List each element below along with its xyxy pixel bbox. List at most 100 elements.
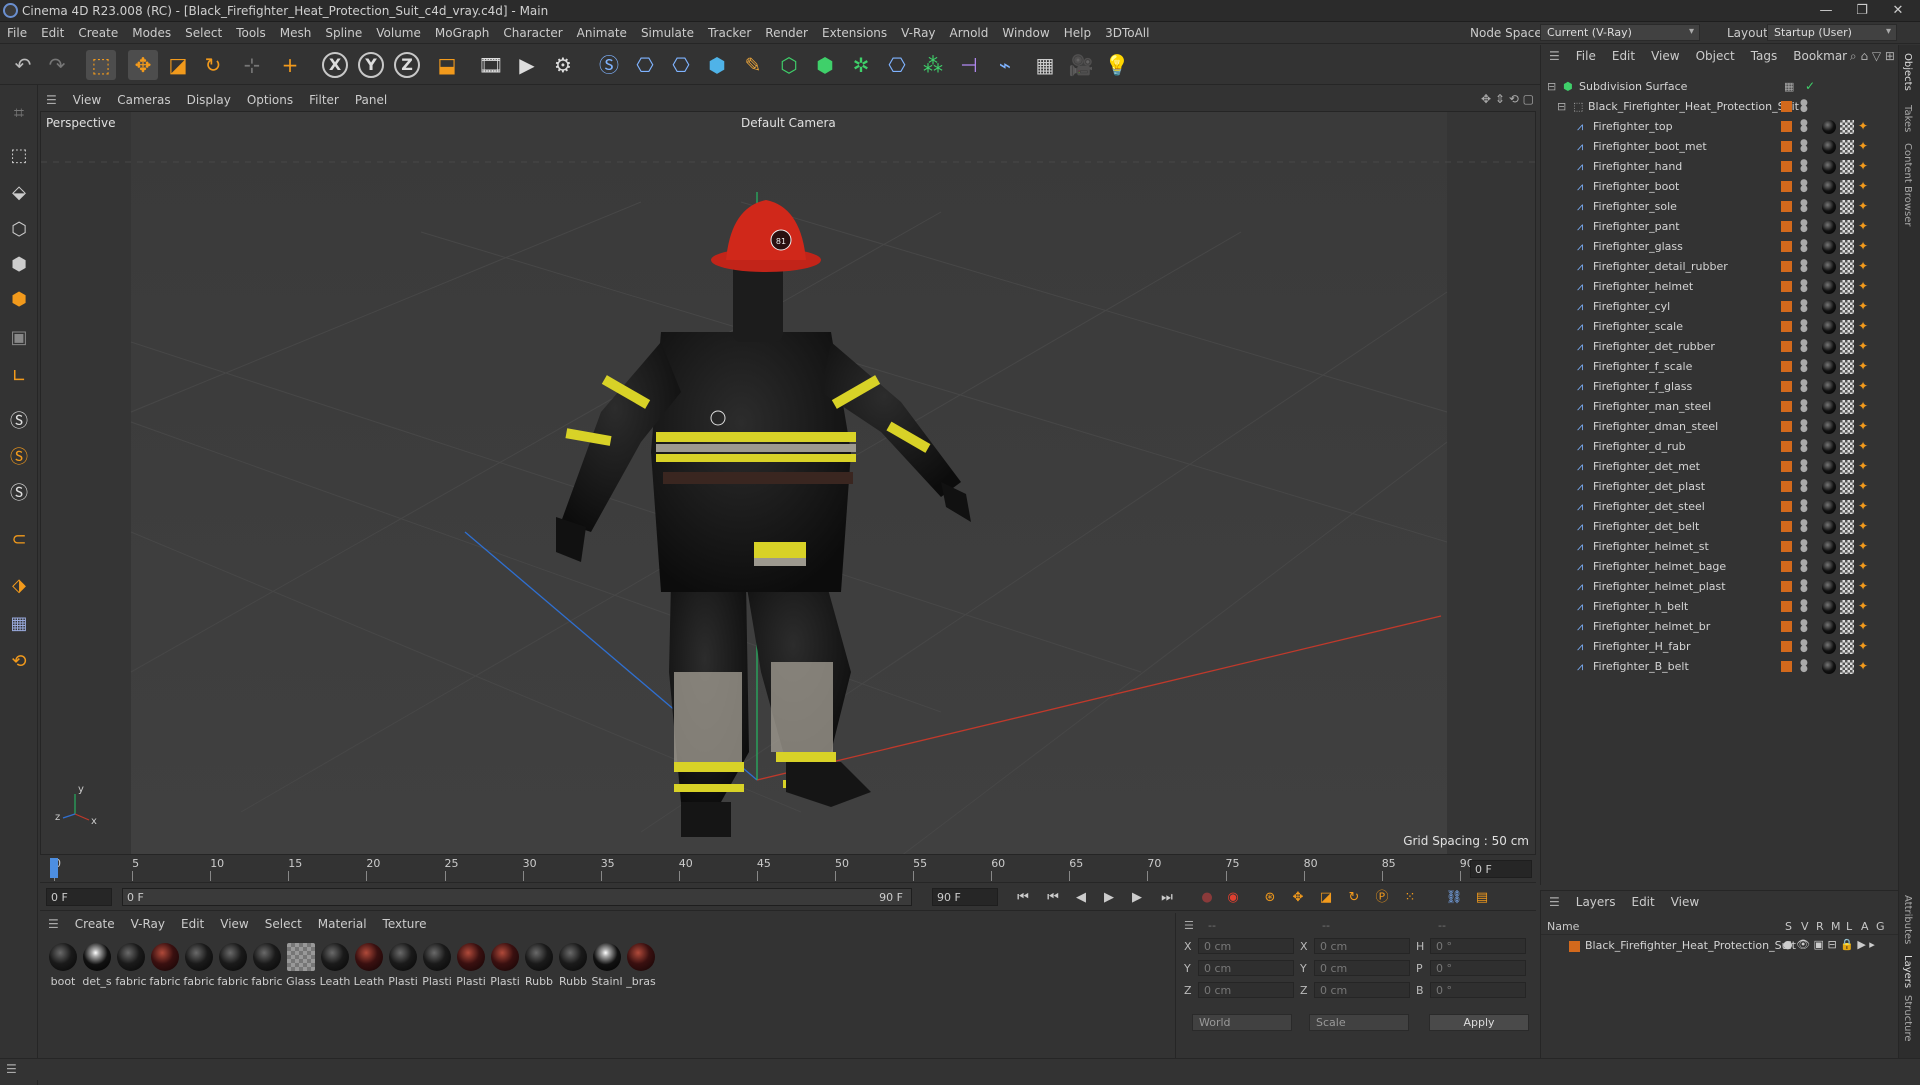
close-button[interactable]: ✕ <box>1884 2 1912 20</box>
material-item[interactable]: det_s <box>80 943 114 988</box>
coord-space-dropdown[interactable]: World <box>1192 1014 1292 1031</box>
vray-tag-icon[interactable]: ✦ <box>1858 620 1870 632</box>
texture-tag-icon[interactable] <box>1840 600 1854 614</box>
menu-window[interactable]: Window <box>995 22 1056 44</box>
object-row[interactable]: ⩘ Firefighter_helmet ● ● ✦ <box>1541 277 1899 297</box>
material-hamburger-icon[interactable]: ☰ <box>40 913 67 935</box>
tab-takes[interactable]: Takes <box>1902 105 1913 132</box>
current-frame-field[interactable]: 0 F <box>46 888 112 906</box>
keyframe-selection-icon[interactable]: ⊛ <box>1260 888 1280 908</box>
object-menu-file[interactable]: File <box>1568 45 1604 67</box>
magnet-icon[interactable]: ⊂ <box>4 525 34 555</box>
extrude-icon[interactable]: ⬢ <box>810 50 840 80</box>
texture-tag-icon[interactable] <box>1840 560 1854 574</box>
object-hamburger-icon[interactable]: ☰ <box>1541 45 1568 67</box>
layer-color-swatch[interactable] <box>1781 301 1792 312</box>
layer-color-swatch[interactable] <box>1781 521 1792 532</box>
visibility-dots-icon[interactable]: ● ● <box>1800 219 1808 234</box>
undo-icon[interactable]: ↶ <box>8 50 38 80</box>
vray-tag-icon[interactable]: ✦ <box>1858 540 1870 552</box>
floor-icon[interactable]: ▦ <box>1030 50 1060 80</box>
object-row[interactable]: ⩘ Firefighter_boot ● ● ✦ <box>1541 177 1899 197</box>
object-row[interactable]: ⩘ Firefighter_det_belt ● ● ✦ <box>1541 517 1899 537</box>
object-row[interactable]: ⩘ Firefighter_pant ● ● ✦ <box>1541 217 1899 237</box>
visibility-dots-icon[interactable]: ● ● <box>1800 419 1808 434</box>
vray-tag-icon[interactable]: ✦ <box>1858 580 1870 592</box>
texture-tag-icon[interactable] <box>1840 620 1854 634</box>
layer-color-swatch[interactable] <box>1569 941 1580 952</box>
layer-color-swatch[interactable] <box>1781 321 1792 332</box>
vray-tag-icon[interactable]: ✦ <box>1858 360 1870 372</box>
layer-color-swatch[interactable] <box>1781 121 1792 132</box>
material-item[interactable]: Stainl <box>590 943 624 988</box>
menu-volume[interactable]: Volume <box>369 22 428 44</box>
layer-color-swatch[interactable] <box>1781 221 1792 232</box>
menu-tracker[interactable]: Tracker <box>701 22 758 44</box>
menu-modes[interactable]: Modes <box>125 22 178 44</box>
cloner-icon[interactable]: ✲ <box>846 50 876 80</box>
vray-tag-icon[interactable]: ✦ <box>1858 160 1870 172</box>
texture-tag-icon[interactable] <box>1840 280 1854 294</box>
layer-color-swatch[interactable] <box>1781 161 1792 172</box>
material-tag-icon[interactable] <box>1822 320 1836 334</box>
texture-tag-icon[interactable] <box>1840 260 1854 274</box>
restore-button[interactable]: ❐ <box>1848 2 1876 20</box>
object-row[interactable]: ⩘ Firefighter_dman_steel ● ● ✦ <box>1541 417 1899 437</box>
z-axis-lock-icon[interactable]: Z <box>394 52 420 78</box>
pen-spline-icon[interactable]: ✎ <box>738 50 768 80</box>
mograph-icon[interactable]: ⁂ <box>918 50 948 80</box>
vray-tag-icon[interactable]: ✦ <box>1858 600 1870 612</box>
quantize-icon[interactable]: Ⓢ <box>4 479 34 509</box>
material-tag-icon[interactable] <box>1822 120 1836 134</box>
layer-color-swatch[interactable] <box>1781 501 1792 512</box>
material-menu-view[interactable]: View <box>212 913 256 935</box>
node-space-dropdown[interactable]: Current (V-Ray) <box>1540 24 1700 41</box>
tab-content-browser[interactable]: Content Browser <box>1902 143 1913 226</box>
texture-tag-icon[interactable] <box>1840 180 1854 194</box>
material-tag-icon[interactable] <box>1822 540 1836 554</box>
menu-tools[interactable]: Tools <box>229 22 273 44</box>
material-item[interactable]: Plasti <box>386 943 420 988</box>
material-item[interactable]: Rubb <box>522 943 556 988</box>
object-row-root[interactable]: ⊟ ⬢ Subdivision Surface ▦ ✓ <box>1541 77 1899 97</box>
object-visibility-icon[interactable]: ▦ <box>1784 80 1794 93</box>
axis-mode-icon[interactable]: ∟ <box>4 362 34 392</box>
menu-simulate[interactable]: Simulate <box>634 22 701 44</box>
viewport-menu-view[interactable]: View <box>65 89 109 111</box>
visibility-dots-icon[interactable]: ● ● <box>1800 359 1808 374</box>
texture-tag-icon[interactable] <box>1840 200 1854 214</box>
menu-select[interactable]: Select <box>178 22 229 44</box>
texture-tag-icon[interactable] <box>1840 240 1854 254</box>
menu-help[interactable]: Help <box>1057 22 1098 44</box>
scale-icon[interactable]: ◪ <box>163 50 193 80</box>
camera-icon[interactable]: 🎥 <box>1066 50 1096 80</box>
visibility-dots-icon[interactable]: ● ● <box>1800 499 1808 514</box>
visibility-dots-icon[interactable]: ● ● <box>1800 159 1808 174</box>
material-tag-icon[interactable] <box>1822 520 1836 534</box>
menu-create[interactable]: Create <box>71 22 125 44</box>
material-item[interactable]: boot <box>46 943 80 988</box>
menu-character[interactable]: Character <box>496 22 569 44</box>
tab-objects[interactable]: Objects <box>1902 53 1913 91</box>
layer-color-swatch[interactable] <box>1781 621 1792 632</box>
viewport-camera-label[interactable]: Default Camera <box>741 116 836 130</box>
visibility-dots-icon[interactable]: ● ● <box>1800 559 1808 574</box>
texture-tag-icon[interactable] <box>1840 320 1854 334</box>
visibility-dots-icon[interactable]: ● ● <box>1800 259 1808 274</box>
motion-tracks-icon[interactable]: ⛓ <box>1444 888 1464 908</box>
material-tag-icon[interactable] <box>1822 500 1836 514</box>
material-item[interactable]: Glass <box>284 943 318 988</box>
vray-tag-icon[interactable]: ✦ <box>1858 440 1870 452</box>
vray-tag-icon[interactable]: ✦ <box>1858 320 1870 332</box>
vray-tag-icon[interactable]: ✦ <box>1858 140 1870 152</box>
visibility-dots-icon[interactable]: ● ● <box>1800 99 1808 114</box>
timeline-ruler[interactable]: 051015202530354045505560657075808590 0 F <box>40 855 1536 883</box>
cube-primitive-icon[interactable]: ⬢ <box>702 50 732 80</box>
layer-color-swatch[interactable] <box>1781 401 1792 412</box>
object-row[interactable]: ⩘ Firefighter_helmet_br ● ● ✦ <box>1541 617 1899 637</box>
polygons-mode-icon[interactable]: ⬢ <box>4 285 34 315</box>
material-item[interactable]: Rubb <box>556 943 590 988</box>
visibility-dots-icon[interactable]: ● ● <box>1800 379 1808 394</box>
layer-color-swatch[interactable] <box>1781 261 1792 272</box>
material-tag-icon[interactable] <box>1822 220 1836 234</box>
